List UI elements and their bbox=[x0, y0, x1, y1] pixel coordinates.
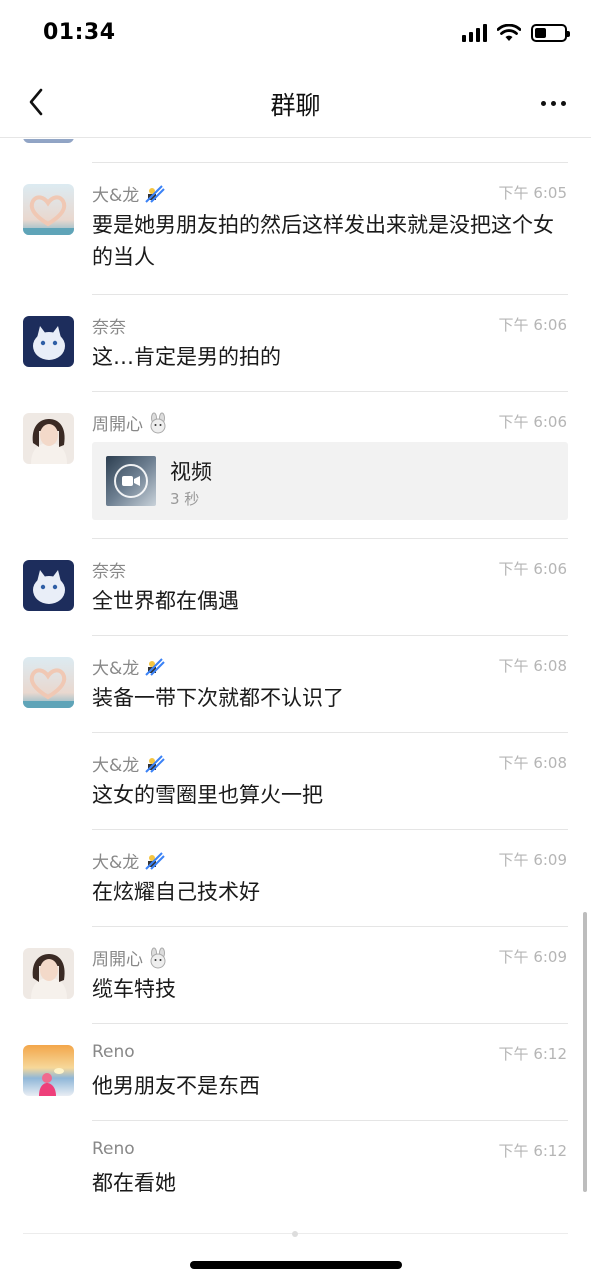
message-time: 下午 6:08 bbox=[498, 754, 567, 772]
skier-emoji-icon bbox=[143, 753, 165, 775]
page-title: 群聊 bbox=[270, 91, 321, 120]
message-list[interactable]: 大&龙 下午 6:05 要是她男朋友拍的然后这样发出来就是没把这个女的当人 奈奈… bbox=[0, 139, 591, 1234]
nav-bar: 群聊 bbox=[0, 70, 591, 138]
message-time: 下午 6:06 bbox=[498, 560, 567, 578]
message-text[interactable]: 在炫耀自己技术好 bbox=[92, 876, 567, 908]
message-row[interactable]: 大&龙 下午 6:08 装备一带下次就都不认识了 bbox=[0, 636, 591, 733]
message-time: 下午 6:06 bbox=[498, 316, 567, 334]
sender-name: 奈奈 bbox=[92, 562, 126, 582]
message-time: 下午 6:09 bbox=[498, 948, 567, 966]
message-row[interactable]: 大&龙 下午 6:08 这女的雪圈里也算火一把 bbox=[0, 733, 591, 830]
message-time: 下午 6:08 bbox=[498, 657, 567, 675]
message-row[interactable]: 奈奈 下午 6:06 全世界都在偶遇 bbox=[0, 539, 591, 636]
sender-name: 大&龙 bbox=[92, 654, 165, 679]
video-duration: 3 秒 bbox=[170, 490, 200, 508]
message-time: 下午 6:12 bbox=[498, 1045, 567, 1063]
message-text[interactable]: 装备一带下次就都不认识了 bbox=[92, 682, 567, 714]
video-thumbnail bbox=[106, 456, 156, 506]
message-row[interactable]: 奈奈 下午 6:06 这…肯定是男的拍的 bbox=[0, 295, 591, 392]
sender-name: 周開心 bbox=[92, 410, 169, 435]
bottom-dot bbox=[292, 1231, 298, 1237]
sender-name: 奈奈 bbox=[92, 318, 126, 338]
message-text[interactable]: 他男朋友不是东西 bbox=[92, 1070, 567, 1102]
avatar[interactable] bbox=[23, 184, 74, 235]
sender-name: 大&龙 bbox=[92, 848, 165, 873]
rabbit-emoji-icon bbox=[147, 947, 169, 969]
message-row[interactable]: 大&龙 下午 6:05 要是她男朋友拍的然后这样发出来就是没把这个女的当人 bbox=[0, 163, 591, 295]
avatar[interactable] bbox=[23, 948, 74, 999]
skier-emoji-icon bbox=[143, 850, 165, 872]
avatar[interactable] bbox=[23, 657, 74, 708]
message-row[interactable]: 周開心 下午 6:09 缆车特技 bbox=[0, 927, 591, 1024]
rabbit-emoji-icon bbox=[147, 412, 169, 434]
battery-icon bbox=[531, 24, 570, 42]
message-text[interactable]: 都在看她 bbox=[92, 1167, 567, 1199]
skier-emoji-icon bbox=[143, 656, 165, 678]
sender-name: 大&龙 bbox=[92, 751, 165, 776]
message-row[interactable]: Reno 下午 6:12 他男朋友不是东西 bbox=[0, 1024, 591, 1121]
wifi-icon bbox=[497, 24, 521, 41]
message-text[interactable]: 这女的雪圈里也算火一把 bbox=[92, 779, 567, 811]
message-time: 下午 6:05 bbox=[498, 184, 567, 202]
message-row[interactable]: 大&龙 下午 6:09 在炫耀自己技术好 bbox=[0, 830, 591, 927]
avatar[interactable] bbox=[23, 413, 74, 464]
status-icons bbox=[462, 24, 570, 42]
more-button[interactable] bbox=[533, 88, 573, 118]
message-row[interactable]: Reno 下午 6:12 都在看她 bbox=[0, 1121, 591, 1218]
message-text[interactable]: 缆车特技 bbox=[92, 973, 567, 1005]
video-title: 视频 bbox=[170, 460, 212, 484]
home-indicator[interactable] bbox=[190, 1261, 402, 1269]
avatar[interactable] bbox=[23, 560, 74, 611]
status-bar: 01:34 bbox=[0, 0, 591, 70]
message-time: 下午 6:09 bbox=[498, 851, 567, 869]
sender-name: 大&龙 bbox=[92, 181, 165, 206]
sender-name: Reno bbox=[92, 1042, 135, 1062]
message-text[interactable]: 这…肯定是男的拍的 bbox=[92, 341, 567, 373]
video-message-card[interactable]: 视频 3 秒 bbox=[92, 442, 568, 520]
avatar[interactable] bbox=[23, 316, 74, 367]
message-text[interactable]: 要是她男朋友拍的然后这样发出来就是没把这个女的当人 bbox=[92, 209, 567, 273]
avatar[interactable] bbox=[23, 1045, 74, 1096]
video-camera-icon bbox=[114, 464, 148, 498]
message-text[interactable]: 全世界都在偶遇 bbox=[92, 585, 567, 617]
message-row[interactable]: 周開心 下午 6:06 视频 3 秒 bbox=[0, 392, 591, 539]
cellular-signal-icon bbox=[462, 24, 487, 42]
message-time: 下午 6:06 bbox=[498, 413, 567, 431]
status-time: 01:34 bbox=[43, 20, 116, 45]
skier-emoji-icon bbox=[143, 183, 165, 205]
scrollbar[interactable] bbox=[583, 912, 587, 1192]
avatar bbox=[23, 139, 74, 143]
message-time: 下午 6:12 bbox=[498, 1142, 567, 1160]
sender-name: Reno bbox=[92, 1139, 135, 1159]
more-dots-icon bbox=[540, 100, 546, 106]
sender-name: 周開心 bbox=[92, 945, 169, 970]
partial-message-row bbox=[0, 139, 591, 163]
